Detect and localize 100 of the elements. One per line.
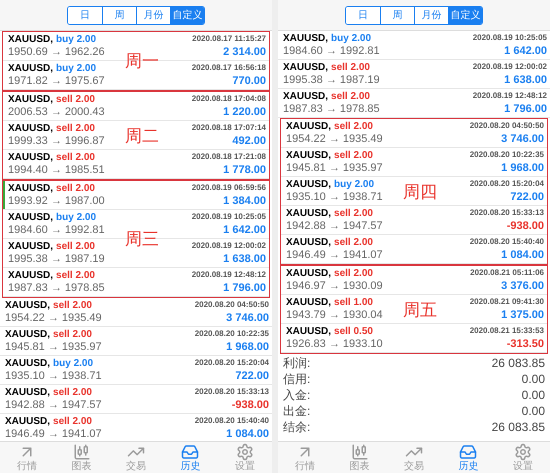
prices-text: 1954.22 → 1935.49 [286,132,383,148]
symbol-text: XAUUSD, [5,386,50,400]
week-label: 周二 [125,124,159,147]
side-text: sell 2.00 [331,60,370,74]
week-label: 周四 [403,180,437,203]
nav-tab[interactable]: 设置 [496,442,550,473]
prices-text: 1984.60 → 1992.81 [8,223,105,238]
week-label: 周一 [125,50,159,72]
side-text: sell 2.00 [56,268,95,282]
inbox-icon [459,443,478,461]
side-text: sell 2.00 [334,120,373,134]
time-text: 2020.08.20 15:40:40 [470,236,544,248]
period-tab[interactable]: 月份 [414,6,448,24]
prices-text: 1987.83 → 1978.85 [8,281,105,296]
nav-tab[interactable]: 设置 [218,442,272,473]
prices-text: 1945.81 → 1935.97 [286,161,383,176]
symbol-text: XAUUSD, [5,414,50,428]
prices-text: 1987.83 → 1978.85 [283,102,380,118]
symbol-text: XAUUSD, [286,324,332,338]
profit-text: 1 642.00 [504,44,547,60]
side-text: sell 2.00 [53,386,92,400]
period-tab[interactable]: 月份 [136,6,170,24]
symbol-text: XAUUSD, [8,122,54,136]
symbol-text: XAUUSD, [286,120,332,134]
prices-text: 1984.60 → 1992.81 [283,44,380,60]
prices-text: 1954.22 → 1935.49 [5,311,102,326]
nav-tab[interactable]: 图表 [54,442,109,473]
prices-text: 1926.83 → 1933.10 [286,337,383,352]
profit-text: 1 796.00 [504,102,547,118]
prices-text: 2006.53 → 2000.43 [8,105,105,120]
symbol-text: XAUUSD, [8,210,54,224]
prices-text: 1946.97 → 1930.09 [286,279,383,294]
nav-tab[interactable]: 交易 [386,442,442,473]
period-tab[interactable]: 自定义 [448,6,482,24]
prices-text: 1994.40 → 1985.51 [8,163,105,178]
symbol-text: XAUUSD, [8,182,54,196]
profit-text: 1 968.00 [501,161,544,176]
side-text: sell 2.00 [53,328,92,342]
profit-text: 492.00 [232,134,266,150]
profit-text: 1 084.00 [226,427,269,441]
prices-text: 1945.81 → 1935.97 [5,340,102,356]
time-text: 2020.08.21 05:11:06 [470,267,544,279]
time-text: 2020.08.20 15:20:04 [470,178,544,190]
nav-tab[interactable]: 历史 [163,442,218,473]
time-text: 2020.08.18 17:04:08 [192,93,266,105]
prices-text: 1993.92 → 1987.00 [8,194,105,210]
side-text: buy 2.00 [56,62,96,76]
time-text: 2020.08.20 15:20:04 [194,357,269,369]
nav-tab[interactable]: 交易 [108,442,164,473]
period-tab[interactable]: 日 [68,6,102,24]
settings-icon [236,443,254,461]
period-tab[interactable]: 自定义 [170,6,204,24]
side-text: buy 2.00 [331,32,372,46]
profit-text: 3 746.00 [226,311,269,326]
prices-text: 1942.88 → 1947.57 [286,219,383,234]
side-text: buy 2.00 [56,32,96,46]
prices-text: 1999.33 → 1996.87 [8,134,105,150]
prices-text: 1950.69 → 1962.26 [8,45,105,60]
time-text: 2020.08.17 11:15:27 [192,33,266,45]
period-tab[interactable]: 日 [346,6,380,24]
period-tab[interactable]: 周 [380,6,414,24]
time-text: 2020.08.17 16:56:18 [192,62,266,74]
week-label: 周三 [125,228,159,250]
profit-text: 1 778.00 [223,163,266,178]
symbol-text: XAUUSD, [283,60,328,74]
nav-tab[interactable]: 行情 [278,442,332,473]
profit-text: 1 220.00 [223,105,266,120]
prices-text: 1935.10 → 1938.71 [5,369,102,384]
side-text: sell 2.00 [56,240,95,254]
nav-tab[interactable]: 历史 [441,442,496,473]
time-text: 2020.08.19 12:00:02 [472,61,547,73]
summary-value: 26 083.85 [492,419,545,436]
time-text: 2020.08.20 04:50:50 [194,299,269,311]
prices-text: 1946.49 → 1941.07 [5,427,102,441]
period-tab[interactable]: 周 [102,6,136,24]
profit-text: 1 638.00 [223,252,266,268]
nav-tab[interactable]: 行情 [0,442,54,473]
side-text: buy 2.00 [56,210,96,224]
time-text: 2020.08.20 04:50:50 [470,120,544,132]
summary-label: 出金: [283,403,310,420]
summary-label: 利润: [283,355,310,372]
symbol-text: XAUUSD, [286,236,332,250]
summary-value: 0.00 [522,371,545,388]
prices-text: 1995.38 → 1987.19 [283,73,380,88]
profit-text: 770.00 [232,74,266,90]
time-text: 2020.08.19 06:59:56 [192,182,266,194]
profit-text: 1 796.00 [223,281,266,296]
settings-icon [514,443,532,461]
symbol-text: XAUUSD, [283,32,328,46]
side-text: sell 1.00 [334,296,373,310]
symbol-text: XAUUSD, [5,298,50,312]
side-text: sell 2.00 [56,182,95,196]
nav-tab[interactable]: 图表 [332,442,387,473]
profit-text: -938.00 [232,398,269,414]
side-text: buy 2.00 [334,178,374,192]
time-text: 2020.08.20 10:22:35 [194,328,269,340]
profit-text: 1 084.00 [501,248,544,264]
side-text: buy 2.00 [53,356,94,370]
side-text: sell 0.50 [334,324,373,338]
time-text: 2020.08.20 15:33:13 [194,386,269,398]
